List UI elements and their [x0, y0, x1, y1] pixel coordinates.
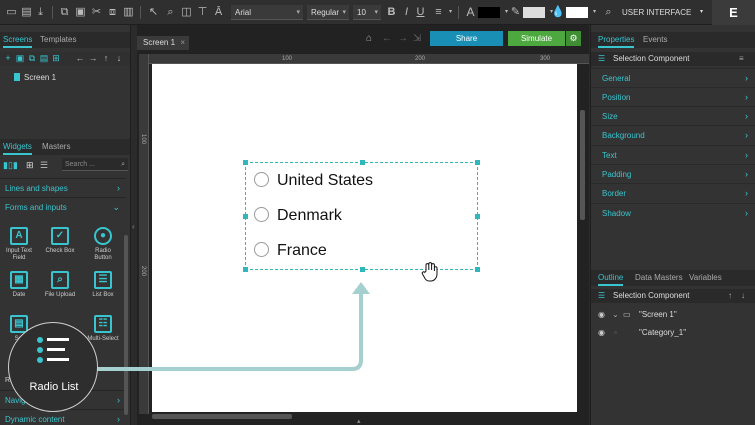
selection-header: ☰ Selection Component ≡: [591, 52, 755, 66]
outline-label: "Screen 1": [639, 310, 677, 319]
outline-label: "Category_1": [639, 328, 687, 337]
prop-label: General: [602, 74, 631, 83]
prop-label: Shadow: [602, 209, 631, 218]
outline-selection-title: Selection Component: [613, 291, 690, 300]
arrow-head-icon: [352, 282, 370, 294]
tab-data-masters[interactable]: Data Masters: [635, 270, 683, 286]
chevron-right-icon: ›: [745, 188, 748, 198]
component-icon: ▫: [614, 328, 617, 337]
chevron-right-icon: ›: [745, 111, 748, 121]
chevron-right-icon: ›: [745, 208, 748, 218]
radio-list-icon: [37, 337, 69, 363]
right-panel: Properties Events ☰ Selection Component …: [590, 25, 755, 425]
prop-size[interactable]: Size ›: [591, 106, 755, 125]
prop-label: Position: [602, 93, 631, 102]
arrow-line: [86, 293, 363, 371]
tab-events[interactable]: Events: [643, 32, 667, 48]
prop-label: Text: [602, 151, 617, 160]
tab-outline[interactable]: Outline: [598, 270, 624, 286]
monitor-icon: ▭: [623, 310, 631, 319]
tab-variables[interactable]: Variables: [689, 270, 722, 286]
prop-background[interactable]: Background ›: [591, 125, 755, 144]
prop-border[interactable]: Border ›: [591, 183, 755, 202]
radio-list-badge: Radio List: [8, 322, 98, 412]
prop-position[interactable]: Position ›: [591, 87, 755, 106]
list-icon: ☰: [598, 291, 606, 300]
menu-icon[interactable]: ≡: [739, 52, 744, 66]
outline-item-category-1[interactable]: ◉ ▫ "Category_1": [591, 324, 755, 342]
chevron-right-icon: ›: [745, 130, 748, 140]
prop-label: Border: [602, 189, 627, 198]
arrow-up-icon[interactable]: ↑: [728, 289, 732, 303]
eye-icon[interactable]: ◉: [598, 324, 605, 342]
tab-properties[interactable]: Properties: [598, 32, 635, 48]
chevron-right-icon: ›: [745, 92, 748, 102]
prop-general[interactable]: General ›: [591, 68, 755, 87]
outline-tabbar: Outline Data Masters Variables: [591, 270, 755, 286]
prop-shadow[interactable]: Shadow ›: [591, 203, 755, 222]
prop-text[interactable]: Text ›: [591, 145, 755, 164]
badge-label: Radio List: [29, 381, 79, 393]
prop-padding[interactable]: Padding ›: [591, 164, 755, 183]
outline-item-screen-1[interactable]: ◉ ⌄ ▭ "Screen 1": [591, 306, 755, 324]
properties-tabbar: Properties Events: [591, 32, 755, 48]
prop-label: Size: [602, 112, 618, 121]
chevron-down-icon[interactable]: ⌄: [612, 306, 619, 324]
chevron-right-icon: ›: [745, 73, 748, 83]
eye-icon[interactable]: ◉: [598, 306, 605, 324]
chevron-right-icon: ›: [745, 150, 748, 160]
selection-title: Selection Component: [613, 54, 690, 63]
arrow-down-icon[interactable]: ↓: [741, 289, 745, 303]
outline-selection-header: ☰ Selection Component ↑ ↓: [591, 289, 755, 303]
chevron-right-icon: ›: [745, 169, 748, 179]
list-icon: ☰: [598, 54, 606, 63]
prop-label: Padding: [602, 170, 632, 179]
prop-label: Background: [602, 131, 645, 140]
